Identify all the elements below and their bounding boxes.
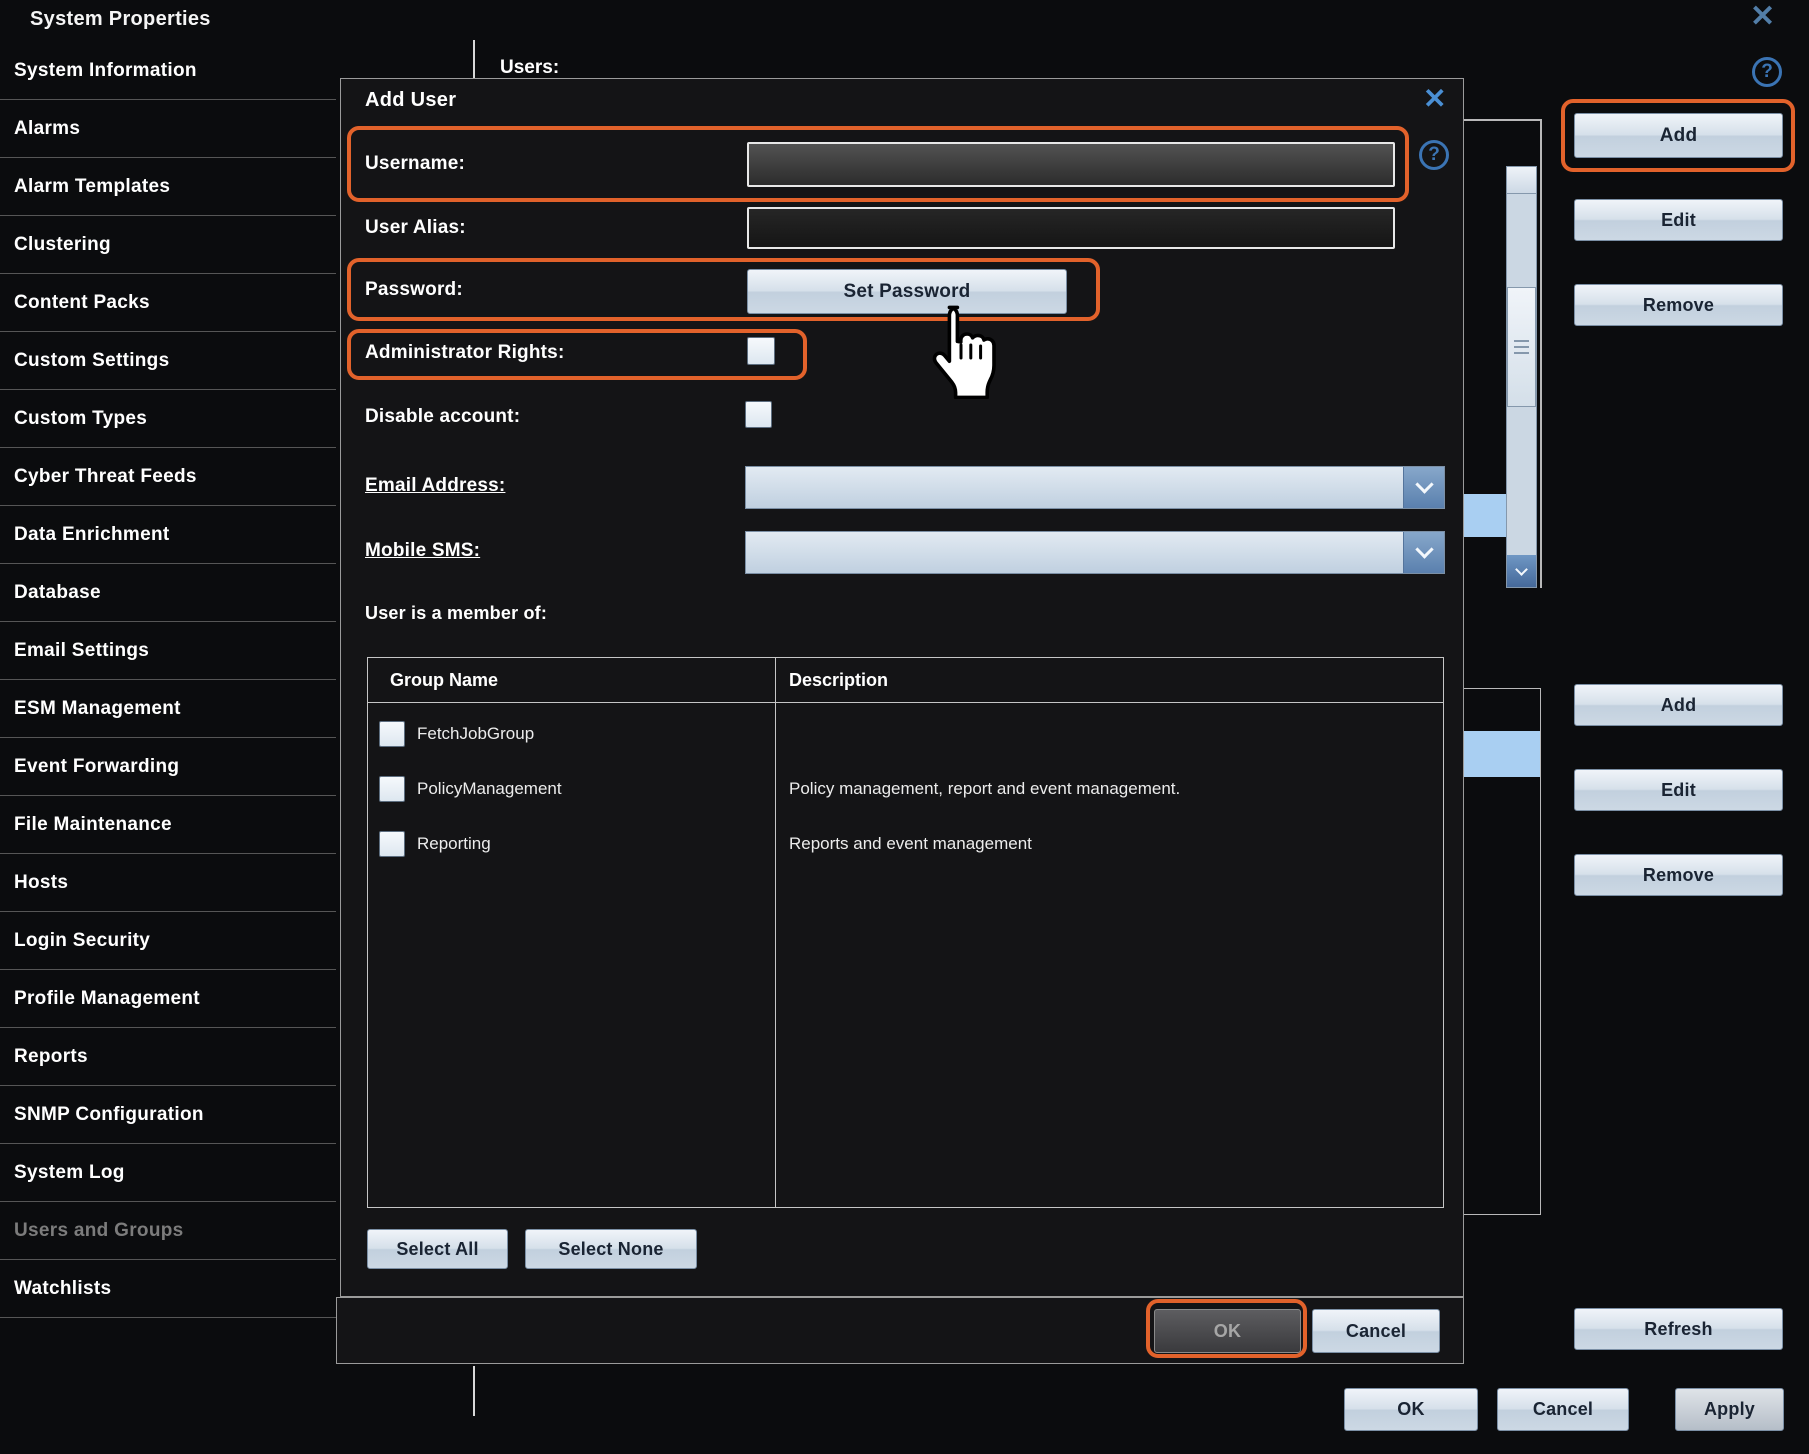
chevron-down-icon	[1415, 475, 1433, 493]
cancel-button[interactable]: Cancel	[1497, 1388, 1629, 1431]
scrollbar-grip	[1514, 352, 1529, 354]
sidebar-item-alarm-templates[interactable]: Alarm Templates	[0, 158, 336, 216]
admin-rights-label: Administrator Rights:	[365, 342, 564, 364]
column-header-group-name: Group Name	[390, 658, 498, 702]
dialog-title: Add User	[365, 89, 456, 112]
sidebar-item-custom-settings[interactable]: Custom Settings	[0, 332, 336, 390]
sidebar: System Information Alarms Alarm Template…	[0, 42, 336, 1318]
chevron-down-icon	[1515, 563, 1528, 576]
sidebar-item-esm-management[interactable]: ESM Management	[0, 680, 336, 738]
refresh-button[interactable]: Refresh	[1574, 1308, 1783, 1350]
select-none-button[interactable]: Select None	[525, 1229, 697, 1269]
groups-add-button[interactable]: Add	[1574, 684, 1783, 726]
sidebar-item-file-maintenance[interactable]: File Maintenance	[0, 796, 336, 854]
sidebar-item-login-security[interactable]: Login Security	[0, 912, 336, 970]
groups-remove-button[interactable]: Remove	[1574, 854, 1783, 896]
sidebar-item-system-log[interactable]: System Log	[0, 1144, 336, 1202]
system-properties-window: Users: System Properties ✕ ? System Info…	[0, 0, 1809, 1454]
group-name[interactable]: FetchJobGroup	[417, 721, 534, 747]
scrollbar-down-button[interactable]	[1507, 555, 1536, 587]
email-address-label[interactable]: Email Address:	[365, 475, 505, 497]
sidebar-item-event-forwarding[interactable]: Event Forwarding	[0, 738, 336, 796]
users-add-button[interactable]: Add	[1574, 113, 1783, 158]
group-description: Policy management, report and event mana…	[789, 776, 1180, 802]
sidebar-item-custom-types[interactable]: Custom Types	[0, 390, 336, 448]
group-checkbox-reporting[interactable]	[379, 831, 405, 857]
add-user-dialog-footer: OK Cancel	[336, 1297, 1464, 1364]
sidebar-item-database[interactable]: Database	[0, 564, 336, 622]
chevron-down-icon	[1415, 540, 1433, 558]
sidebar-item-data-enrichment[interactable]: Data Enrichment	[0, 506, 336, 564]
users-remove-button[interactable]: Remove	[1574, 284, 1783, 326]
dialog-cancel-button[interactable]: Cancel	[1312, 1309, 1440, 1353]
sidebar-item-watchlists[interactable]: Watchlists	[0, 1260, 336, 1318]
window-close-icon[interactable]: ✕	[1750, 2, 1775, 32]
group-checkbox-policymanagement[interactable]	[379, 776, 405, 802]
sidebar-item-clustering[interactable]: Clustering	[0, 216, 336, 274]
groups-edit-button[interactable]: Edit	[1574, 769, 1783, 811]
email-address-combobox[interactable]	[745, 466, 1445, 509]
sidebar-item-profile-management[interactable]: Profile Management	[0, 970, 336, 1028]
select-all-button[interactable]: Select All	[367, 1229, 508, 1269]
mobile-sms-combobox[interactable]	[745, 531, 1445, 574]
mobile-dropdown-button[interactable]	[1403, 532, 1444, 573]
sidebar-item-content-packs[interactable]: Content Packs	[0, 274, 336, 332]
group-table-header	[368, 658, 1443, 703]
group-table: Group Name Description FetchJobGroup Pol…	[367, 657, 1444, 1208]
sidebar-item-system-information[interactable]: System Information	[0, 42, 336, 100]
dialog-ok-button[interactable]: OK	[1154, 1309, 1301, 1353]
group-description: Reports and event management	[789, 831, 1032, 857]
users-section-label: Users:	[500, 57, 559, 79]
scrollbar-thumb[interactable]	[1507, 287, 1536, 407]
group-checkbox-fetchjobgroup[interactable]	[379, 721, 405, 747]
users-edit-button[interactable]: Edit	[1574, 199, 1783, 241]
username-input[interactable]	[747, 142, 1395, 187]
users-table-edge-right	[1540, 119, 1542, 588]
admin-rights-checkbox[interactable]	[747, 337, 775, 365]
content-divider-bottom	[473, 1366, 475, 1416]
column-header-description: Description	[789, 658, 888, 702]
sidebar-item-hosts[interactable]: Hosts	[0, 854, 336, 912]
sidebar-item-alarms[interactable]: Alarms	[0, 100, 336, 158]
sidebar-item-reports[interactable]: Reports	[0, 1028, 336, 1086]
users-table-scrollbar[interactable]	[1506, 166, 1537, 588]
add-user-dialog: Add User ✕ Username: ? User Alias: Passw…	[340, 78, 1464, 1297]
sidebar-item-snmp-configuration[interactable]: SNMP Configuration	[0, 1086, 336, 1144]
window-title: System Properties	[30, 8, 211, 31]
username-label: Username:	[365, 153, 465, 175]
sidebar-item-users-and-groups[interactable]: Users and Groups	[0, 1202, 336, 1260]
group-table-column-divider	[775, 658, 776, 1207]
mobile-sms-label[interactable]: Mobile SMS:	[365, 540, 480, 562]
member-of-label: User is a member of:	[365, 603, 547, 624]
ok-button[interactable]: OK	[1344, 1388, 1478, 1431]
disable-account-checkbox[interactable]	[745, 401, 772, 428]
user-alias-label: User Alias:	[365, 217, 466, 239]
scrollbar-grip	[1514, 340, 1529, 342]
dialog-close-icon[interactable]: ✕	[1423, 85, 1446, 113]
user-alias-input[interactable]	[747, 207, 1395, 249]
group-name[interactable]: Reporting	[417, 831, 491, 857]
password-label: Password:	[365, 279, 463, 301]
sidebar-item-cyber-threat-feeds[interactable]: Cyber Threat Feeds	[0, 448, 336, 506]
content-divider-top	[473, 40, 475, 80]
apply-button[interactable]: Apply	[1675, 1388, 1784, 1431]
scrollbar-grip	[1514, 346, 1529, 348]
hand-cursor-icon	[921, 303, 999, 404]
set-password-button[interactable]: Set Password	[747, 269, 1067, 314]
group-name[interactable]: PolicyManagement	[417, 776, 562, 802]
username-help-icon[interactable]: ?	[1419, 140, 1449, 170]
email-dropdown-button[interactable]	[1403, 467, 1444, 508]
sidebar-item-email-settings[interactable]: Email Settings	[0, 622, 336, 680]
window-help-icon[interactable]: ?	[1752, 57, 1782, 87]
scrollbar-up-button[interactable]	[1507, 167, 1536, 194]
disable-account-label: Disable account:	[365, 406, 520, 428]
